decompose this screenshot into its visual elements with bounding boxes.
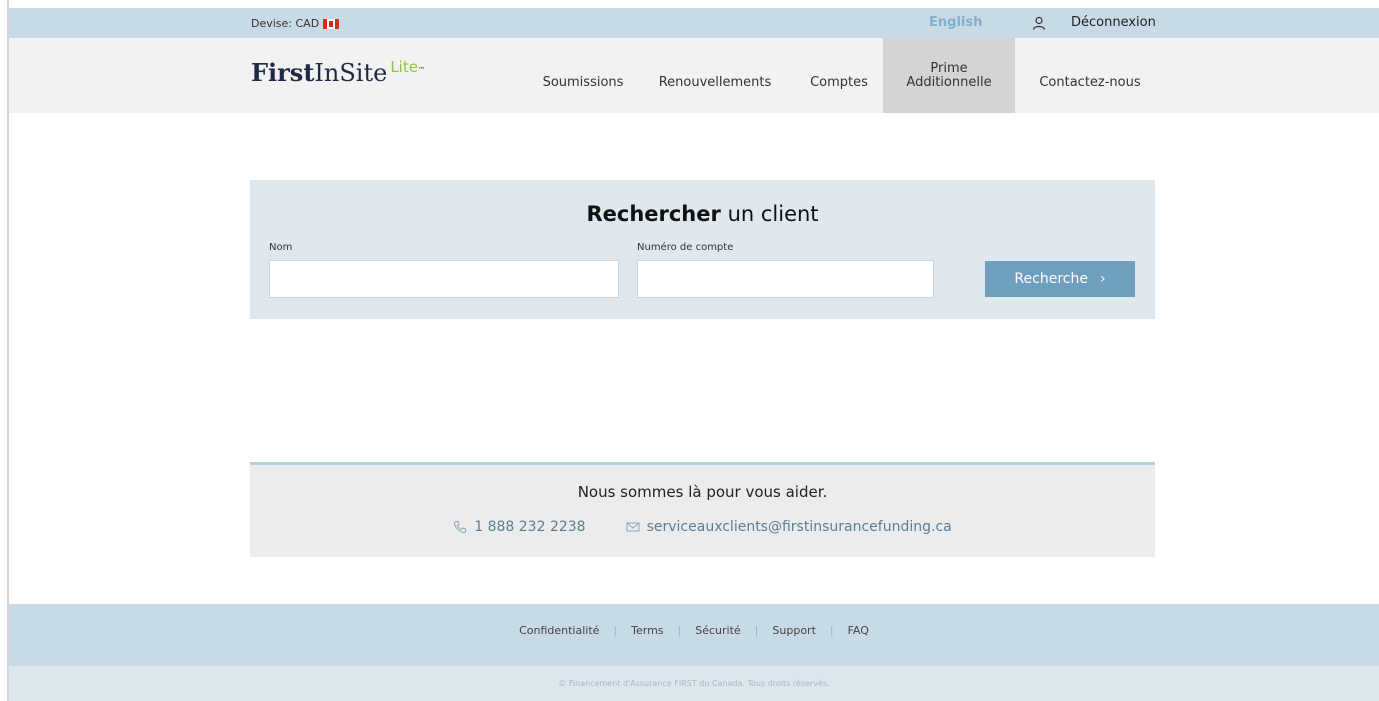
logo-first: First — [251, 58, 315, 87]
logout-link[interactable]: Déconnexion — [1071, 15, 1156, 30]
nav-item-soumissions[interactable]: Soumissions — [529, 38, 637, 113]
window-top-margin — [9, 0, 1379, 8]
name-field-label: Nom — [269, 242, 293, 253]
chevron-right-icon: › — [1099, 271, 1106, 287]
email-address: serviceauxclients@firstinsurancefunding.… — [646, 519, 952, 535]
user-icon — [1032, 16, 1046, 30]
client-search-panel: Rechercher un client Nom Numéro de compt… — [250, 180, 1155, 319]
nav-item-label: Contactez-nous — [1039, 74, 1141, 90]
search-button[interactable]: Recherche › — [985, 261, 1135, 297]
name-input[interactable] — [269, 260, 619, 298]
main-navbar: FirstInSite Lite™ Soumissions Renouvellem… — [9, 38, 1379, 113]
help-title: Nous sommes là pour vous aider. — [577, 483, 828, 501]
window-left-border — [0, 0, 9, 701]
currency-indicator: Devise: CAD — [251, 17, 340, 30]
language-switch-link[interactable]: English — [929, 15, 982, 30]
nav-item-prime-additionnelle[interactable]: Prime Additionnelle — [883, 38, 1015, 113]
logo-lite: Lite — [390, 58, 418, 76]
copyright-text: © Financement d'Assurance FIRST du Canad… — [558, 679, 830, 688]
nav-item-label: Soumissions — [542, 74, 624, 90]
help-contact-box: Nous sommes là pour vous aider. 1 888 23… — [250, 462, 1155, 557]
logo-trademark: ™ — [417, 66, 425, 74]
nav-item-renouvellements[interactable]: Renouvellements — [645, 38, 785, 113]
search-title-bold: Rechercher — [586, 202, 721, 226]
nav-item-contactez-nous[interactable]: Contactez-nous — [1025, 38, 1155, 113]
email-contact[interactable]: serviceauxclients@firstinsurancefunding.… — [626, 519, 952, 535]
account-number-input[interactable] — [637, 260, 934, 298]
phone-icon — [454, 521, 467, 534]
footer-link-faq[interactable]: FAQ — [834, 624, 883, 637]
nav-item-label-line2: Additionnelle — [906, 74, 992, 90]
account-number-field-label: Numéro de compte — [637, 242, 734, 253]
phone-number: 1 888 232 2238 — [474, 519, 586, 535]
envelope-icon — [626, 522, 640, 532]
phone-contact[interactable]: 1 888 232 2238 — [453, 519, 586, 535]
search-panel-title: Rechercher un client — [250, 202, 1155, 226]
search-button-label: Recherche — [1014, 271, 1088, 287]
nav-item-label: Comptes — [810, 74, 868, 90]
help-contact-row: 1 888 232 2238 serviceauxclients@firstin… — [250, 519, 1155, 535]
footer-links: Confidentialité | Terms | Sécurité | Sup… — [9, 624, 1379, 637]
footer-link-terms[interactable]: Terms — [617, 624, 677, 637]
copyright-bar: © Financement d'Assurance FIRST du Canad… — [9, 666, 1379, 701]
firstinsite-lite-logo[interactable]: FirstInSite Lite™ — [251, 58, 425, 87]
nav-item-label: Renouvellements — [658, 74, 772, 90]
footer-link-confidentialite[interactable]: Confidentialité — [505, 624, 613, 637]
canada-flag-icon — [323, 18, 340, 29]
top-utility-bar: Devise: CAD English Déconnexion — [9, 8, 1379, 38]
nav-item-comptes[interactable]: Comptes — [799, 38, 879, 113]
logo-insite: InSite — [314, 59, 388, 87]
footer-links-bar: Confidentialité | Terms | Sécurité | Sup… — [9, 604, 1379, 666]
currency-label: Devise: CAD — [251, 17, 320, 30]
footer-link-support[interactable]: Support — [758, 624, 829, 637]
footer-link-securite[interactable]: Sécurité — [681, 624, 754, 637]
nav-item-label-line1: Prime — [930, 60, 968, 76]
search-title-rest: un client — [727, 202, 819, 226]
